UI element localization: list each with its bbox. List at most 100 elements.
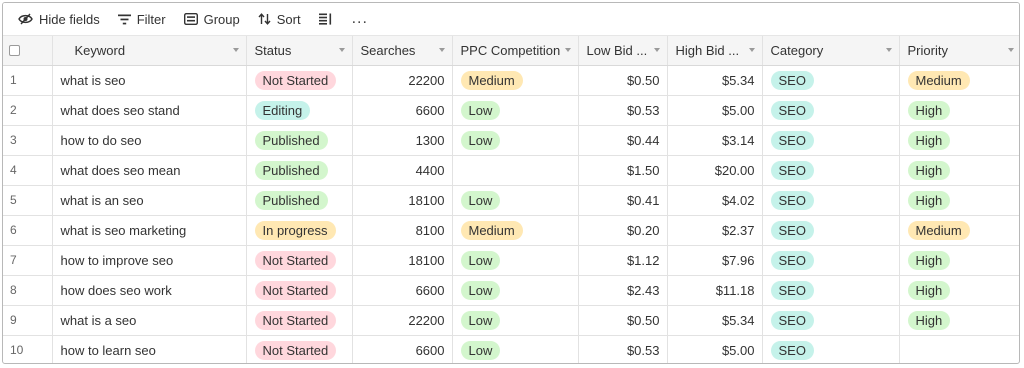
table-row[interactable]: 6 what is seo marketing In progress 8100 Med… (3, 215, 1019, 246)
keyword-cell[interactable]: how does seo work (52, 275, 247, 306)
select-all-cell[interactable] (3, 36, 53, 66)
low-bid-cell[interactable]: $0.41 (578, 185, 668, 216)
category-cell[interactable]: SEO (762, 185, 900, 216)
status-cell[interactable]: Not Started (246, 245, 353, 276)
table-row[interactable]: 10 how to learn seo Not Started 6600 Low $0.5… (3, 335, 1019, 363)
status-cell[interactable]: Not Started (246, 65, 353, 96)
keyword-cell[interactable]: how to do seo (52, 125, 247, 156)
column-header-status[interactable]: Status (246, 36, 353, 66)
status-cell[interactable]: Published (246, 185, 353, 216)
searches-cell[interactable]: 6600 (352, 335, 453, 363)
status-cell[interactable]: Published (246, 125, 353, 156)
searches-cell[interactable]: 8100 (352, 215, 453, 246)
category-cell[interactable]: SEO (762, 95, 900, 126)
searches-cell[interactable]: 1300 (352, 125, 453, 156)
more-options-button[interactable]: ... (344, 6, 376, 32)
ppc-competition-cell[interactable]: Low (452, 245, 579, 276)
high-bid-cell[interactable]: $20.00 (667, 155, 763, 186)
table-row[interactable]: 5 what is an seo Published 18100 Low $0.41 $4.… (3, 185, 1019, 216)
priority-cell[interactable]: High (899, 305, 1019, 336)
ppc-competition-cell[interactable]: Low (452, 125, 579, 156)
searches-cell[interactable]: 18100 (352, 185, 453, 216)
priority-cell[interactable]: High (899, 95, 1019, 126)
searches-cell[interactable]: 6600 (352, 275, 453, 306)
status-cell[interactable]: In progress (246, 215, 353, 246)
keyword-cell[interactable]: what is an seo (52, 185, 247, 216)
table-row[interactable]: 7 how to improve seo Not Started 18100 Low $1… (3, 245, 1019, 276)
column-header-low-bid[interactable]: Low Bid ... (578, 36, 668, 66)
category-cell[interactable]: SEO (762, 215, 900, 246)
keyword-cell[interactable]: what is a seo (52, 305, 247, 336)
keyword-cell[interactable]: what is seo marketing (52, 215, 247, 246)
priority-cell[interactable]: Medium (899, 215, 1019, 246)
low-bid-cell[interactable]: $0.53 (578, 335, 668, 363)
priority-cell[interactable] (899, 335, 1019, 363)
high-bid-cell[interactable]: $5.34 (667, 305, 763, 336)
table-row[interactable]: 1 what is seo Not Started 22200 Medium $0.50 $… (3, 65, 1019, 96)
priority-cell[interactable]: High (899, 275, 1019, 306)
ppc-competition-cell[interactable]: Medium (452, 215, 579, 246)
high-bid-cell[interactable]: $4.02 (667, 185, 763, 216)
high-bid-cell[interactable]: $5.34 (667, 65, 763, 96)
keyword-cell[interactable]: what is seo (52, 65, 247, 96)
keyword-cell[interactable]: how to learn seo (52, 335, 247, 363)
ppc-competition-cell[interactable]: Low (452, 275, 579, 306)
ppc-competition-cell[interactable]: Low (452, 305, 579, 336)
low-bid-cell[interactable]: $0.53 (578, 95, 668, 126)
low-bid-cell[interactable]: $2.43 (578, 275, 668, 306)
priority-cell[interactable]: High (899, 155, 1019, 186)
category-cell[interactable]: SEO (762, 125, 900, 156)
low-bid-cell[interactable]: $0.44 (578, 125, 668, 156)
category-cell[interactable]: SEO (762, 335, 900, 363)
searches-cell[interactable]: 22200 (352, 65, 453, 96)
searches-cell[interactable]: 6600 (352, 95, 453, 126)
ppc-competition-cell[interactable] (452, 155, 579, 186)
high-bid-cell[interactable]: $7.96 (667, 245, 763, 276)
high-bid-cell[interactable]: $11.18 (667, 275, 763, 306)
priority-cell[interactable]: High (899, 245, 1019, 276)
status-cell[interactable]: Not Started (246, 305, 353, 336)
status-cell[interactable]: Editing (246, 95, 353, 126)
low-bid-cell[interactable]: $1.12 (578, 245, 668, 276)
high-bid-cell[interactable]: $5.00 (667, 95, 763, 126)
select-all-checkbox[interactable] (9, 44, 20, 56)
ppc-competition-cell[interactable]: Low (452, 185, 579, 216)
chevron-down-icon[interactable] (885, 48, 892, 53)
row-height-button[interactable] (313, 6, 338, 32)
category-cell[interactable]: SEO (762, 155, 900, 186)
group-button[interactable]: Group (178, 6, 246, 32)
column-header-searches[interactable]: Searches (352, 36, 453, 66)
table-row[interactable]: 2 what does seo stand Editing 6600 Low $0.53 $… (3, 95, 1019, 126)
table-row[interactable]: 8 how does seo work Not Started 6600 Low $2.4… (3, 275, 1019, 306)
chevron-down-icon[interactable] (653, 48, 660, 53)
low-bid-cell[interactable]: $0.50 (578, 65, 668, 96)
status-cell[interactable]: Not Started (246, 335, 353, 363)
ppc-competition-cell[interactable]: Medium (452, 65, 579, 96)
searches-cell[interactable]: 4400 (352, 155, 453, 186)
chevron-down-icon[interactable] (748, 48, 755, 53)
high-bid-cell[interactable]: $2.37 (667, 215, 763, 246)
ppc-competition-cell[interactable]: Low (452, 335, 579, 363)
column-header-priority[interactable]: Priority (899, 36, 1019, 66)
chevron-down-icon[interactable] (232, 48, 239, 53)
low-bid-cell[interactable]: $1.50 (578, 155, 668, 186)
category-cell[interactable]: SEO (762, 305, 900, 336)
searches-cell[interactable]: 22200 (352, 305, 453, 336)
hide-fields-button[interactable]: Hide fields (12, 6, 106, 32)
priority-cell[interactable]: High (899, 125, 1019, 156)
low-bid-cell[interactable]: $0.20 (578, 215, 668, 246)
column-header-category[interactable]: Category (762, 36, 900, 66)
ppc-competition-cell[interactable]: Low (452, 95, 579, 126)
column-header-ppc-competition[interactable]: PPC Competition (452, 36, 579, 66)
category-cell[interactable]: SEO (762, 245, 900, 276)
chevron-down-icon[interactable] (564, 48, 571, 53)
filter-button[interactable]: Filter (112, 6, 172, 32)
low-bid-cell[interactable]: $0.50 (578, 305, 668, 336)
table-row[interactable]: 4 what does seo mean Published 4400 $1.50 $20… (3, 155, 1019, 186)
high-bid-cell[interactable]: $3.14 (667, 125, 763, 156)
chevron-down-icon[interactable] (338, 48, 345, 53)
column-header-high-bid[interactable]: High Bid ... (667, 36, 763, 66)
column-header-keyword[interactable]: Keyword (52, 36, 247, 66)
chevron-down-icon[interactable] (1007, 48, 1014, 53)
priority-cell[interactable]: High (899, 185, 1019, 216)
